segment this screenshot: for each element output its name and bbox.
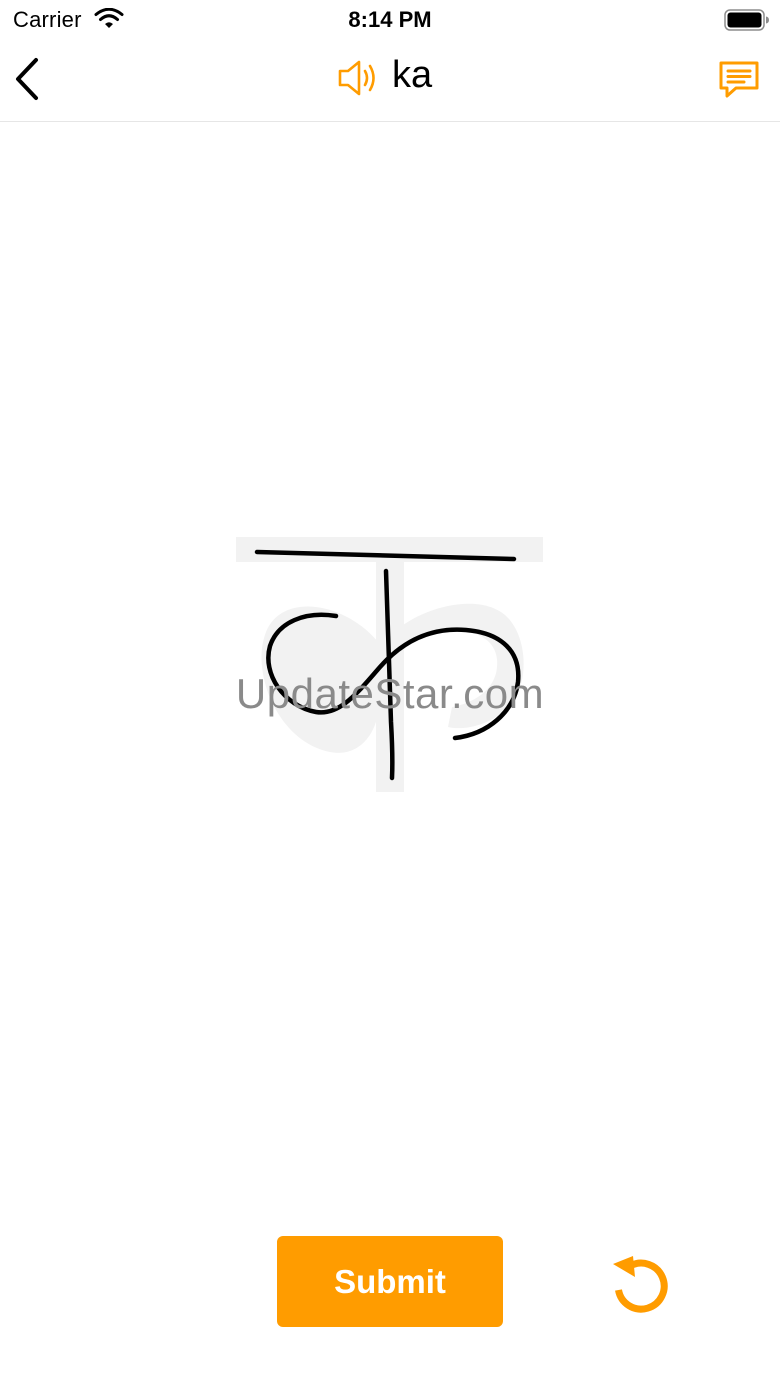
battery-icon <box>724 9 769 31</box>
speaker-icon <box>338 60 375 96</box>
drawing-canvas[interactable]: UpdateStar.com <box>0 122 780 1202</box>
nav-bar: ka <box>0 40 780 122</box>
status-bar: Carrier 8:14 PM <box>0 0 780 40</box>
play-sound-button[interactable] <box>336 54 384 102</box>
nav-title-group: ka <box>336 48 432 108</box>
undo-icon <box>613 1256 668 1313</box>
comment-button[interactable] <box>714 54 764 104</box>
watermark: UpdateStar.com <box>235 670 545 717</box>
back-button[interactable] <box>8 54 52 104</box>
reset-button[interactable] <box>606 1250 676 1320</box>
comment-icon <box>719 61 759 98</box>
chevron-left-icon <box>16 58 38 100</box>
submit-button[interactable]: Submit <box>277 1236 503 1327</box>
clock: 8:14 PM <box>348 7 432 32</box>
drawing-surface <box>236 537 543 792</box>
page-title: ka <box>392 54 433 96</box>
